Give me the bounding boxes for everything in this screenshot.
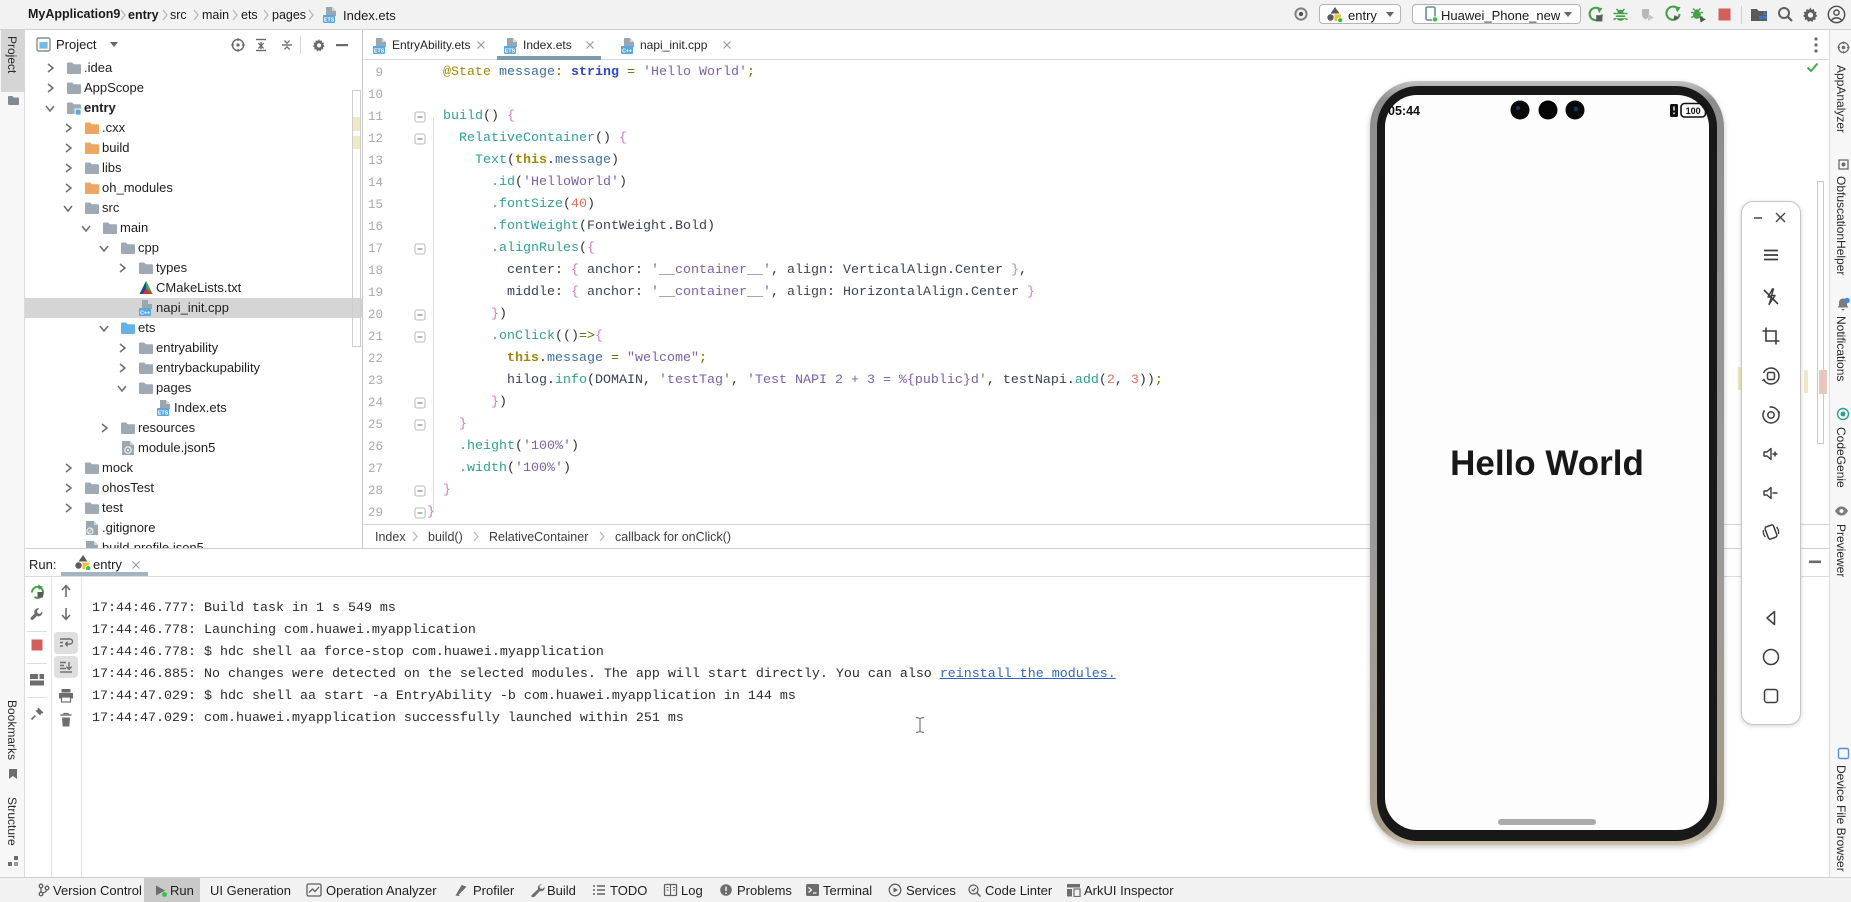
svg-text:ETS: ETS xyxy=(158,410,169,416)
svg-text:C++: C++ xyxy=(622,49,632,55)
svg-text:C++: C++ xyxy=(140,311,150,317)
svg-text:100: 100 xyxy=(1686,106,1701,116)
svg-text:ETS: ETS xyxy=(324,17,335,23)
svg-text:ETS: ETS xyxy=(374,48,385,54)
svg-text:ETS: ETS xyxy=(505,48,516,54)
